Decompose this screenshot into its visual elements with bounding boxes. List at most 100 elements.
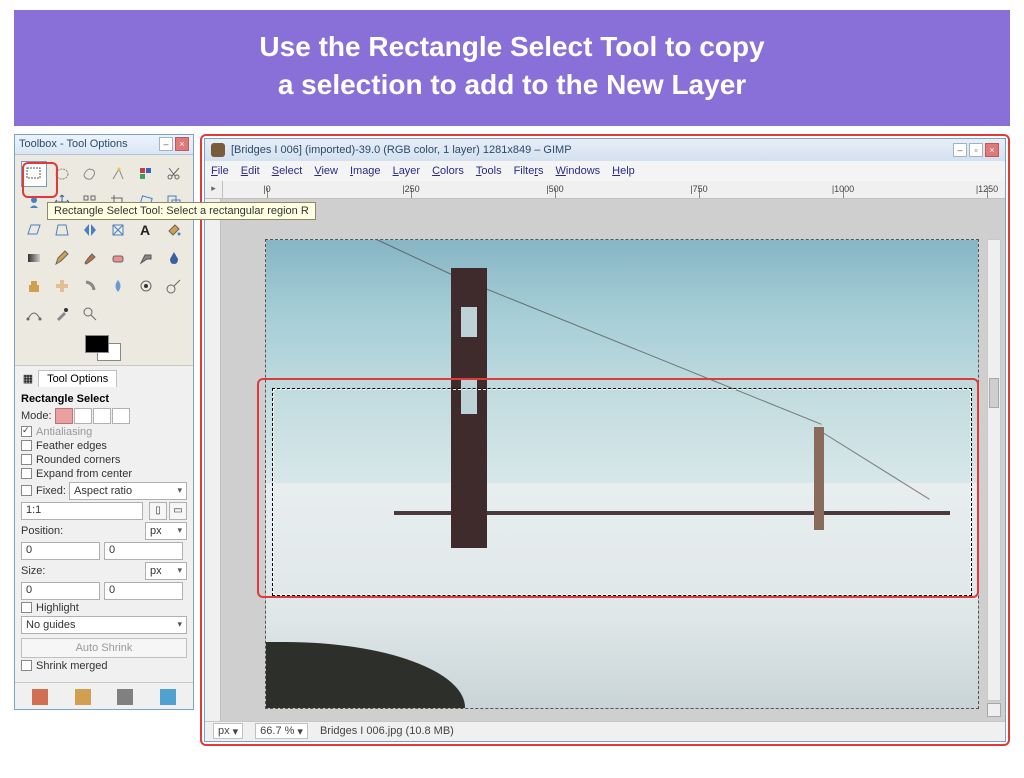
delete-options-icon[interactable] (117, 689, 133, 705)
menu-help[interactable]: Help (612, 165, 635, 177)
blur-tool[interactable] (105, 273, 131, 299)
position-label: Position: (21, 525, 63, 537)
foreground-color-swatch[interactable] (85, 335, 109, 353)
tool-options-title: Rectangle Select (21, 393, 187, 405)
bucket-fill-tool[interactable] (161, 217, 187, 243)
scissors-select-tool[interactable] (161, 161, 187, 187)
menu-filters[interactable]: Filters (514, 165, 544, 177)
menu-view[interactable]: View (314, 165, 338, 177)
canvas-image[interactable] (265, 239, 979, 709)
menu-tools[interactable]: Tools (476, 165, 502, 177)
size-h-input[interactable]: 0 (104, 582, 183, 600)
menu-select[interactable]: Select (272, 165, 303, 177)
dodge-tool[interactable] (133, 273, 159, 299)
mode-add-button[interactable] (74, 408, 92, 424)
vertical-scrollbar[interactable] (987, 239, 1001, 701)
fixed-dropdown[interactable]: Aspect ratio (69, 482, 187, 500)
gimp-titlebar[interactable]: [Bridges I 006] (imported)-39.0 (RGB col… (205, 139, 1005, 161)
ruler-corner[interactable]: ▸ (205, 181, 223, 198)
toolbox-titlebar[interactable]: Toolbox - Tool Options – × (15, 135, 193, 155)
toolbox-panel: Toolbox - Tool Options – × A (14, 134, 194, 710)
position-unit-dropdown[interactable]: px (145, 522, 187, 540)
feather-checkbox[interactable] (21, 440, 32, 451)
gimp-close-button[interactable]: × (985, 143, 999, 157)
size-unit-dropdown[interactable]: px (145, 562, 187, 580)
mode-label: Mode: (21, 410, 52, 422)
highlight-checkbox[interactable] (21, 602, 32, 613)
color-select-tool[interactable] (133, 161, 159, 187)
color-picker-tool[interactable] (49, 301, 75, 327)
position-x-input[interactable]: 0 (21, 542, 100, 560)
cage-tool[interactable] (105, 217, 131, 243)
gimp-window-title: [Bridges I 006] (imported)-39.0 (RGB col… (231, 144, 572, 156)
status-zoom-dropdown[interactable]: 66.7 % ▾ (255, 723, 308, 739)
menu-image[interactable]: Image (350, 165, 381, 177)
rectangle-select-tool[interactable] (21, 161, 47, 187)
menu-edit[interactable]: Edit (241, 165, 260, 177)
zoom-tool[interactable] (77, 301, 103, 327)
aspect-ratio-input[interactable]: 1:1 (21, 502, 143, 520)
save-options-icon[interactable] (32, 689, 48, 705)
text-tool[interactable]: A (133, 217, 159, 243)
ellipse-select-tool[interactable] (49, 161, 75, 187)
status-unit-dropdown[interactable]: px ▾ (213, 723, 243, 739)
scrollbar-thumb[interactable] (989, 378, 999, 408)
ratio-landscape-button[interactable]: ▭ (169, 502, 187, 520)
paintbrush-tool[interactable] (77, 245, 103, 271)
ruler-mark: |1250 (976, 184, 998, 194)
position-y-input[interactable]: 0 (104, 542, 183, 560)
ink-tool[interactable] (161, 245, 187, 271)
guides-dropdown[interactable]: No guides (21, 616, 187, 634)
flip-tool[interactable] (77, 217, 103, 243)
shrink-merged-checkbox[interactable] (21, 660, 32, 671)
rounded-label: Rounded corners (36, 454, 120, 466)
restore-options-icon[interactable] (75, 689, 91, 705)
ratio-portrait-button[interactable]: ▯ (149, 502, 167, 520)
color-swatches[interactable] (15, 331, 193, 365)
expand-checkbox[interactable] (21, 468, 32, 479)
clone-tool[interactable] (21, 273, 47, 299)
menu-layer[interactable]: Layer (393, 165, 421, 177)
fuzzy-select-tool[interactable] (105, 161, 131, 187)
toolbox-close-button[interactable]: × (175, 137, 189, 151)
horizontal-ruler[interactable]: ▸ |0|250|500|750|1000|1250 (205, 181, 1005, 199)
rounded-checkbox[interactable] (21, 454, 32, 465)
gimp-app-icon (211, 143, 225, 157)
mode-intersect-button[interactable] (112, 408, 130, 424)
toolbox-title: Toolbox - Tool Options (19, 138, 128, 150)
vertical-ruler[interactable] (205, 199, 221, 721)
foreground-select-tool[interactable] (21, 189, 47, 215)
gimp-minimize-button[interactable]: – (953, 143, 967, 157)
shear-tool[interactable] (21, 217, 47, 243)
smudge-tool[interactable] (77, 273, 103, 299)
toolbox-status-icons (15, 682, 193, 709)
paths-tool[interactable] (21, 301, 47, 327)
menu-colors[interactable]: Colors (432, 165, 464, 177)
mode-subtract-button[interactable] (93, 408, 111, 424)
size-w-input[interactable]: 0 (21, 582, 100, 600)
mode-replace-button[interactable] (55, 408, 73, 424)
tool-options-tab[interactable]: Tool Options (38, 370, 117, 387)
fixed-checkbox[interactable] (21, 485, 32, 496)
ruler-mark: |750 (690, 184, 707, 194)
pencil-tool[interactable] (49, 245, 75, 271)
toolbox-minimize-button[interactable]: – (159, 137, 173, 151)
heal-tool[interactable] (49, 273, 75, 299)
eraser-tool[interactable] (105, 245, 131, 271)
auto-shrink-button[interactable]: Auto Shrink (21, 638, 187, 658)
menu-file[interactable]: File (211, 165, 229, 177)
measure-tool[interactable] (161, 273, 187, 299)
airbrush-tool[interactable] (133, 245, 159, 271)
perspective-tool[interactable] (49, 217, 75, 243)
gimp-main-window: [Bridges I 006] (imported)-39.0 (RGB col… (204, 138, 1006, 742)
selection-marquee[interactable] (273, 389, 971, 595)
ruler-mark: |0 (263, 184, 270, 194)
navigation-preview-button[interactable] (987, 703, 1001, 717)
free-select-tool[interactable] (77, 161, 103, 187)
reset-options-icon[interactable] (160, 689, 176, 705)
blend-tool[interactable] (21, 245, 47, 271)
antialiasing-checkbox[interactable] (21, 426, 32, 437)
canvas-viewport[interactable] (221, 199, 1005, 721)
gimp-maximize-button[interactable]: ▫ (969, 143, 983, 157)
menu-windows[interactable]: Windows (556, 165, 601, 177)
